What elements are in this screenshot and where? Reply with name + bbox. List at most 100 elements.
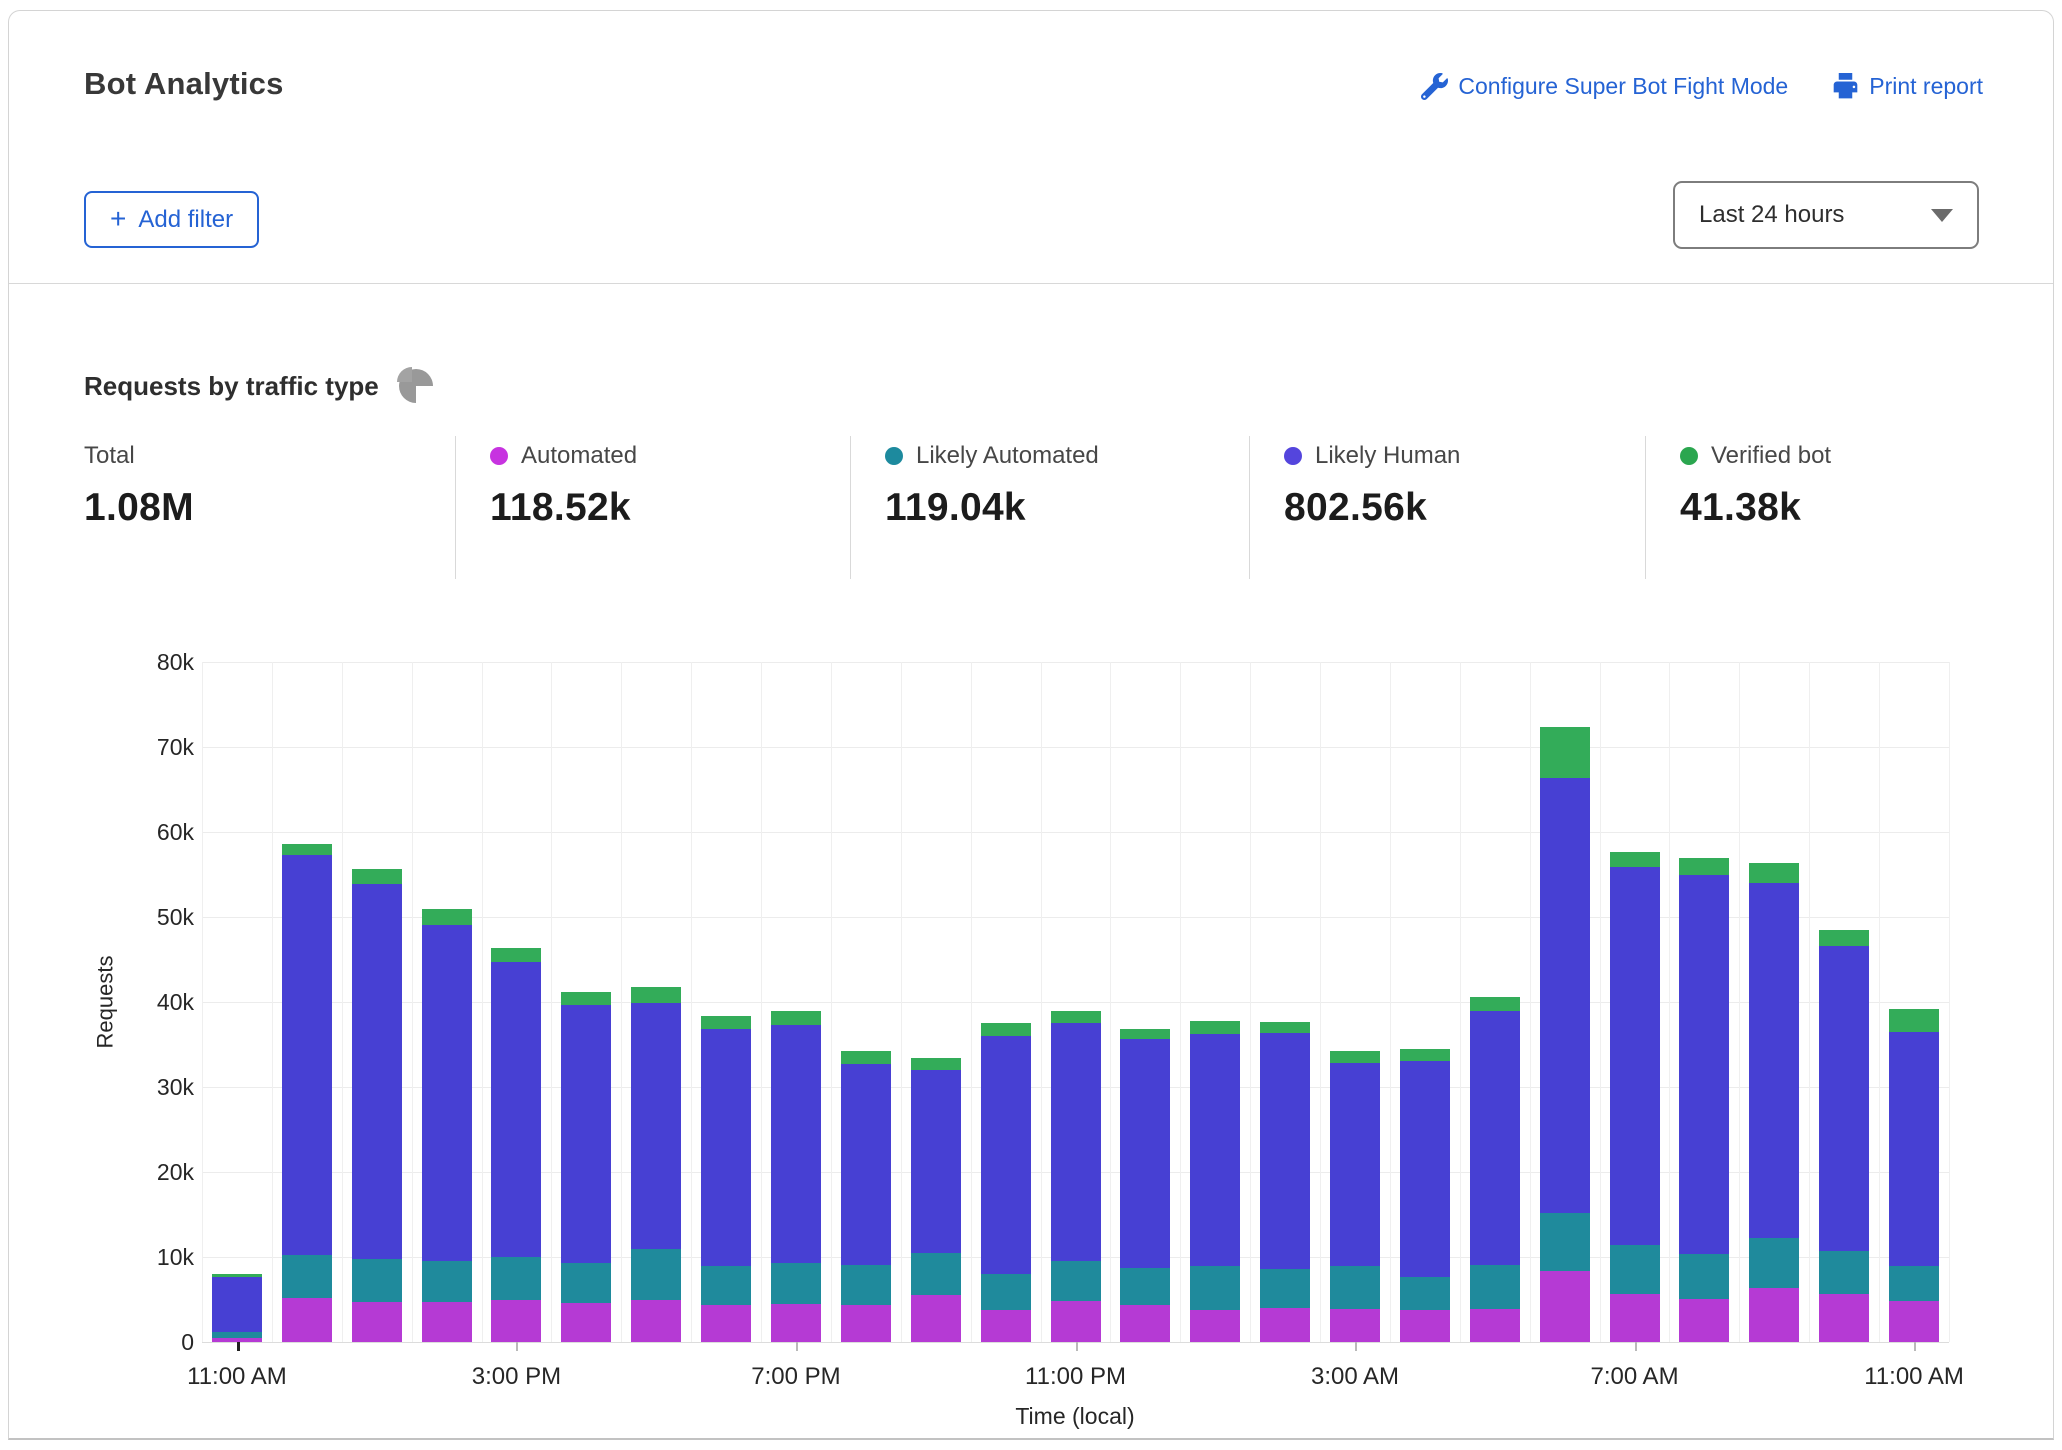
bar-segment <box>1470 997 1520 1011</box>
bar-segment <box>1540 727 1590 778</box>
bar-segment <box>1051 1011 1101 1024</box>
bar-segment <box>1889 1032 1939 1267</box>
bar-segment <box>352 884 402 1259</box>
bot-analytics-page: Bot Analytics Configure Super Bot Fight … <box>0 0 2062 1450</box>
v-gridline <box>1530 662 1531 1342</box>
stat-divider <box>850 436 851 579</box>
bar-segment <box>282 1255 332 1298</box>
bar-segment <box>981 1036 1031 1274</box>
bar-segment <box>561 992 611 1005</box>
bar-segment <box>1679 1254 1729 1299</box>
bar-segment <box>1749 883 1799 1238</box>
printer-icon <box>1832 73 1859 100</box>
bar-segment <box>1819 1294 1869 1342</box>
automated-legend-dot <box>490 447 508 465</box>
h-gridline <box>202 747 1949 748</box>
bar-segment <box>1679 858 1729 874</box>
bar-segment <box>1610 1245 1660 1294</box>
bar-segment <box>1889 1009 1939 1032</box>
bar-segment <box>1051 1261 1101 1301</box>
x-tick-label: 7:00 PM <box>751 1363 840 1391</box>
v-gridline <box>551 662 552 1342</box>
bar-segment <box>1190 1034 1240 1265</box>
bar-segment <box>1470 1265 1520 1309</box>
bar-segment <box>1819 1251 1869 1294</box>
bar-segment <box>1120 1305 1170 1342</box>
stat-likely-human-value: 802.56k <box>1284 486 1460 530</box>
bar-segment <box>701 1266 751 1305</box>
bar-segment <box>282 844 332 855</box>
stat-divider <box>1249 436 1250 579</box>
bar-segment <box>1260 1308 1310 1342</box>
verified-bot-legend-dot <box>1680 447 1698 465</box>
stat-divider <box>455 436 456 579</box>
bar-segment <box>561 1263 611 1303</box>
x-tick-mark <box>1076 1342 1078 1351</box>
v-gridline <box>1180 662 1181 1342</box>
bar-segment <box>561 1005 611 1263</box>
stat-verified-bot: Verified bot 41.38k <box>1680 442 1831 530</box>
section-title-row: Requests by traffic type <box>84 367 435 405</box>
x-tick-mark <box>796 1342 798 1351</box>
print-link-label: Print report <box>1869 73 1983 100</box>
v-gridline <box>1739 662 1740 1342</box>
stat-automated: Automated 118.52k <box>490 442 637 530</box>
bar-segment <box>212 1274 262 1277</box>
wrench-icon <box>1421 73 1448 100</box>
bar-segment <box>1190 1310 1240 1342</box>
bar-segment <box>1120 1029 1170 1038</box>
v-gridline <box>691 662 692 1342</box>
v-gridline <box>202 662 203 1342</box>
y-tick-label: 10k <box>124 1244 194 1271</box>
bar-segment <box>1400 1061 1450 1278</box>
page-title: Bot Analytics <box>84 66 284 102</box>
bar-segment <box>561 1303 611 1342</box>
bar-segment <box>1540 1271 1590 1342</box>
add-filter-label: Add filter <box>138 206 233 234</box>
bar-segment <box>1540 1213 1590 1272</box>
bar-segment <box>1540 778 1590 1212</box>
bar-segment <box>1051 1301 1101 1342</box>
bar-segment <box>1330 1063 1380 1266</box>
bar-segment <box>631 1249 681 1300</box>
v-gridline <box>272 662 273 1342</box>
add-filter-button[interactable]: + Add filter <box>84 191 259 248</box>
x-axis-title: Time (local) <box>1015 1403 1134 1430</box>
v-gridline <box>901 662 902 1342</box>
x-tick-mark <box>237 1342 240 1351</box>
bar-segment <box>422 909 472 925</box>
time-range-select[interactable]: Last 24 hours <box>1673 181 1979 249</box>
bar-segment <box>1400 1310 1450 1342</box>
x-tick-label: 3:00 PM <box>472 1363 561 1391</box>
v-gridline <box>1879 662 1880 1342</box>
configure-super-bot-fight-mode-link[interactable]: Configure Super Bot Fight Mode <box>1421 73 1788 100</box>
bar-segment <box>1260 1033 1310 1269</box>
bar-segment <box>1819 946 1869 1251</box>
bar-segment <box>1120 1039 1170 1269</box>
plus-icon: + <box>110 205 126 233</box>
stat-total: Total 1.08M <box>84 442 194 530</box>
y-tick-label: 20k <box>124 1159 194 1186</box>
v-gridline <box>1669 662 1670 1342</box>
y-tick-label: 0 <box>124 1329 194 1356</box>
bar-segment <box>841 1305 891 1342</box>
bar-segment <box>771 1011 821 1025</box>
bar-segment <box>212 1332 262 1338</box>
bar-segment <box>911 1070 961 1253</box>
bar-segment <box>282 1298 332 1342</box>
bar-segment <box>981 1274 1031 1310</box>
bar-segment <box>491 948 541 962</box>
v-gridline <box>482 662 483 1342</box>
bar-segment <box>352 869 402 883</box>
bar-segment <box>911 1058 961 1070</box>
v-gridline <box>1390 662 1391 1342</box>
h-gridline <box>202 832 1949 833</box>
stat-likely-automated: Likely Automated 119.04k <box>885 442 1099 530</box>
bar-segment <box>1749 1238 1799 1288</box>
bar-segment <box>771 1025 821 1263</box>
stat-verified-bot-value: 41.38k <box>1680 486 1831 530</box>
v-gridline <box>1250 662 1251 1342</box>
bar-segment <box>1679 1299 1729 1342</box>
pie-chart-icon <box>397 367 435 405</box>
print-report-link[interactable]: Print report <box>1832 73 1983 100</box>
